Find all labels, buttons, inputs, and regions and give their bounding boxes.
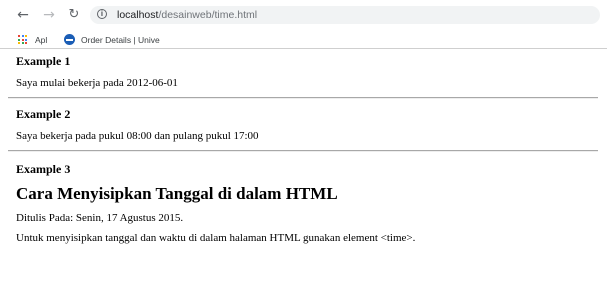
url-path: /desainweb/time.html bbox=[158, 9, 258, 21]
bookmark-apps[interactable]: Apl bbox=[18, 33, 47, 46]
back-arrow-icon[interactable]: ← bbox=[14, 6, 32, 24]
article-byline: Ditulis Pada: Senin, 17 Agustus 2015. bbox=[16, 212, 184, 224]
reload-icon[interactable]: ↻ bbox=[65, 6, 83, 24]
info-icon[interactable]: i bbox=[97, 9, 107, 19]
address-bar[interactable]: i localhost/desainweb/time.html bbox=[90, 6, 600, 24]
example-1-text: Saya mulai bekerja pada 2012-06-01 bbox=[16, 77, 178, 89]
bookmark-order-details[interactable]: Order Details | Unive bbox=[64, 33, 160, 46]
example-2-heading: Example 2 bbox=[16, 107, 71, 121]
divider-2 bbox=[8, 150, 598, 152]
apps-grid-icon bbox=[18, 35, 27, 44]
url-host: localhost bbox=[117, 9, 159, 21]
url-text[interactable]: localhost/desainweb/time.html bbox=[117, 8, 257, 22]
bookmark-order-details-label: Order Details | Unive bbox=[81, 34, 160, 45]
bookmarks-bar: Apl Order Details | Unive bbox=[0, 31, 607, 49]
ebay-icon bbox=[64, 34, 75, 45]
divider-1 bbox=[8, 97, 598, 99]
example-3-heading: Example 3 bbox=[16, 162, 71, 176]
example-1-heading: Example 1 bbox=[16, 54, 71, 68]
bookmark-apps-label: Apl bbox=[35, 34, 48, 45]
browser-toolbar: ← → ↻ i localhost/desainweb/time.html bbox=[0, 0, 607, 30]
forward-arrow-icon[interactable]: → bbox=[40, 6, 58, 24]
article-title: Cara Menyisipkan Tanggal di dalam HTML bbox=[16, 184, 338, 203]
article-body: Untuk menyisipkan tanggal dan waktu di d… bbox=[16, 232, 416, 244]
example-2-text: Saya bekerja pada pukul 08:00 dan pulang… bbox=[16, 130, 259, 142]
